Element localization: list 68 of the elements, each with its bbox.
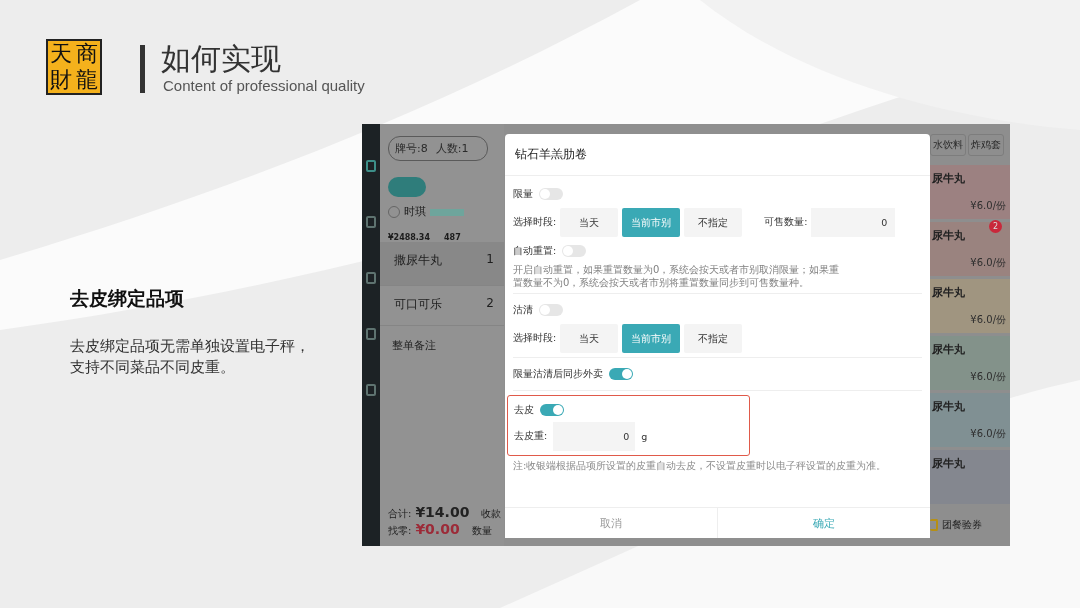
dish-price: ¥6.0/份 xyxy=(969,370,1006,384)
mode-tab[interactable] xyxy=(388,177,426,197)
slide-title: 如何实现 xyxy=(161,40,282,77)
dish-tile[interactable]: 尿牛丸 ¥6.0/份 2 xyxy=(930,222,1010,276)
hint-text: 开启自动重置，如果重置数量为0，系统会按天或者市别取消限量；如果重置数量不为0，系统会按天或者市别将重置数量同步到可售数量种。 xyxy=(513,263,841,289)
weight-field[interactable]: 0 xyxy=(553,422,636,451)
field-label: 去皮重: xyxy=(514,430,548,443)
member-badge xyxy=(430,208,464,216)
period-option[interactable]: 当天 xyxy=(560,208,619,237)
dish-name: 尿牛丸 xyxy=(932,228,966,243)
toggle-switch[interactable] xyxy=(540,404,564,416)
dish-price: ¥6.0/份 xyxy=(969,427,1006,441)
pay-label: 收款 xyxy=(481,507,502,521)
total-label: 合计: xyxy=(388,507,412,521)
toggle-switch[interactable] xyxy=(562,245,587,257)
period-option[interactable]: 不指定 xyxy=(684,324,743,353)
order-item[interactable]: 可口可乐 2 xyxy=(380,286,504,326)
toggle-switch[interactable] xyxy=(539,304,563,316)
dish-price: ¥6.0/份 xyxy=(969,199,1006,213)
remark-button[interactable]: 整单备注 xyxy=(388,326,504,365)
quantity-label: 数量 xyxy=(471,524,492,538)
field-label: 去皮 xyxy=(514,403,534,417)
period-option[interactable]: 当前市别 xyxy=(622,324,681,353)
quantity-field[interactable]: 0 xyxy=(811,208,896,237)
dish-name: 尿牛丸 xyxy=(932,342,966,357)
dish-tile[interactable]: 尿牛丸 xyxy=(930,450,1010,504)
member-name: 时琪 xyxy=(404,205,426,219)
period-option[interactable]: 当前市别 xyxy=(622,208,681,237)
feature-heading: 去皮绑定品项 xyxy=(70,286,185,311)
total-amount: ¥14.00 xyxy=(415,504,470,520)
field-label: 限量 xyxy=(513,187,533,201)
count-badge: 2 xyxy=(989,220,1002,233)
balance-value: ¥2488.34 xyxy=(388,233,430,242)
period-option[interactable]: 不指定 xyxy=(684,208,743,237)
points-value: 487 xyxy=(444,233,461,242)
category-tab[interactable]: 炸鸡套 xyxy=(968,134,1004,156)
dialog-title: 钻石羊羔肋卷 xyxy=(505,134,930,176)
logo: 天 商 財 龍 xyxy=(46,39,102,95)
field-label: 自动重置: xyxy=(513,244,557,258)
period-option[interactable]: 当天 xyxy=(560,324,619,353)
dish-name: 尿牛丸 xyxy=(932,399,966,414)
toggle-switch[interactable] xyxy=(539,188,563,200)
dish-tile[interactable]: 尿牛丸 ¥6.0/份 xyxy=(930,336,1010,390)
toggle-switch[interactable] xyxy=(609,368,633,380)
dish-price: ¥6.0/份 xyxy=(969,313,1006,327)
note-text: 注:收银端根据品项所设置的皮重自动去皮，不设置皮重时以电子秤设置的皮重为准。 xyxy=(513,459,888,473)
dish-tile[interactable]: 尿牛丸 ¥6.0/份 xyxy=(930,393,1010,447)
dish-name: 尿牛丸 xyxy=(932,171,966,186)
category-tab[interactable]: 水饮料 xyxy=(930,134,966,156)
dish-price: ¥6.0/份 xyxy=(969,256,1006,270)
change-label: 找零: xyxy=(388,524,412,538)
field-label: 沽清 xyxy=(513,303,533,317)
dish-name: 尿牛丸 xyxy=(932,456,966,471)
field-label: 限量沽清后同步外卖 xyxy=(513,367,603,381)
slide-subtitle: Content of professional quality xyxy=(163,76,365,94)
dish-tile[interactable]: 尿牛丸 ¥6.0/份 xyxy=(930,279,1010,333)
cancel-button[interactable]: 取消 xyxy=(505,508,718,538)
voucher-button[interactable]: 团餐验券 xyxy=(942,518,982,532)
dish-tile[interactable]: 尿牛丸 ¥6.0/份 xyxy=(930,165,1010,219)
field-label: 选择时段: xyxy=(513,332,557,345)
unit-label: g xyxy=(641,431,648,442)
change-amount: ¥0.00 xyxy=(415,521,460,537)
order-item[interactable]: 撒尿牛丸 1 xyxy=(380,242,504,286)
feature-description: 去皮绑定品项无需单独设置电子秤， 支持不同菜品不同皮重。 xyxy=(70,336,311,378)
field-label: 可售数量: xyxy=(764,216,808,229)
field-label: 选择时段: xyxy=(513,216,557,229)
dish-name: 尿牛丸 xyxy=(932,285,966,300)
table-tag: 牌号:8 人数:1 xyxy=(388,136,488,161)
